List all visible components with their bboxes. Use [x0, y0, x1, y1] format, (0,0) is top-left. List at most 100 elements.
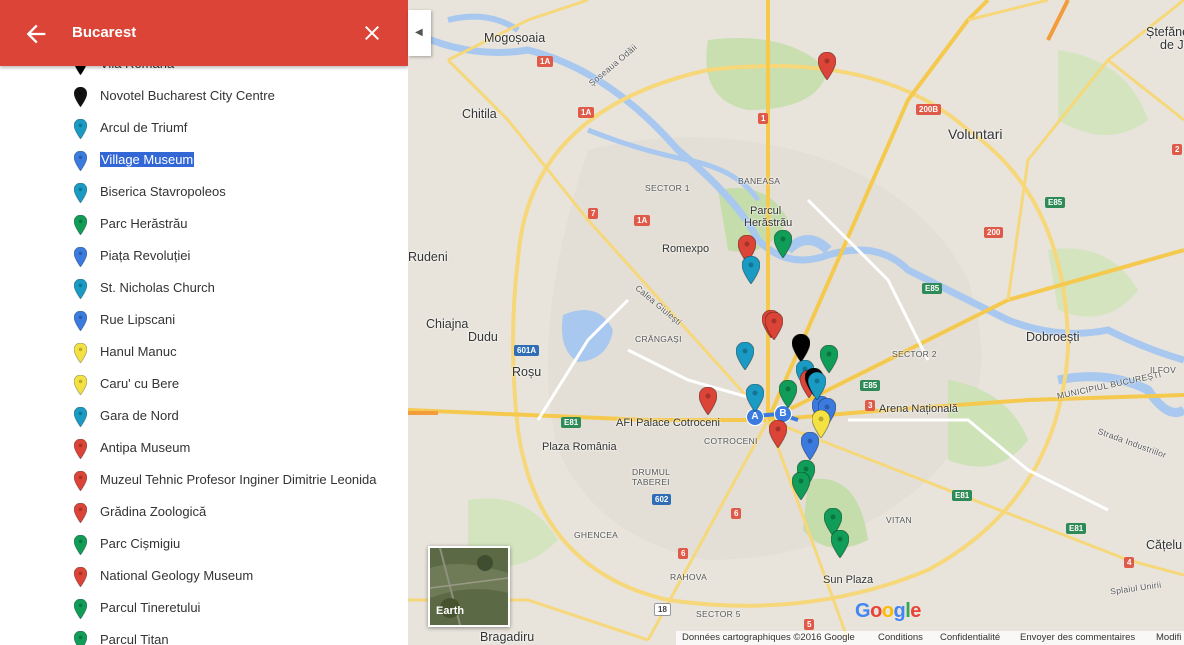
map-marker[interactable] [817, 51, 837, 81]
place-list-item[interactable]: Parcul Titan [0, 624, 400, 645]
arrow-back-icon[interactable] [22, 20, 50, 48]
map-label-vitan: VITAN [886, 515, 912, 525]
place-list-item[interactable]: Caru' cu Bere [0, 368, 400, 400]
map-pin-icon [73, 214, 88, 236]
map-pin-icon [73, 438, 88, 460]
map-label-taberei: TABEREI [632, 477, 670, 487]
map-pin-icon [73, 374, 88, 396]
modify-link[interactable]: Modifi [1156, 632, 1181, 643]
map-pin-icon [73, 566, 88, 588]
map-label-chiajna: Chiajna [426, 317, 469, 331]
map-label-herastrau: Herăstrău [744, 217, 793, 229]
map-label-rudeni: Rudeni [408, 250, 448, 264]
place-list-item[interactable]: Antipa Museum [0, 432, 400, 464]
map-pin-icon [73, 406, 88, 428]
map-marker[interactable] [773, 229, 793, 259]
map-pin-icon [73, 598, 88, 620]
place-name: Village Museum [100, 152, 195, 167]
map-label-stefanesti: Ștefăneștii [1146, 25, 1184, 39]
place-name: Caru' cu Bere [100, 376, 180, 391]
map-marker[interactable] [741, 255, 761, 285]
place-list-item[interactable]: Novotel Bucharest City Centre [0, 80, 400, 112]
place-name: Parcul Tineretului [100, 600, 201, 615]
map-label-sector1: SECTOR 1 [645, 183, 690, 193]
place-name: Novotel Bucharest City Centre [100, 88, 275, 103]
map-marker[interactable] [778, 379, 798, 409]
map-label-romexpo: Romexpo [662, 243, 710, 255]
place-list-item[interactable]: National Geology Museum [0, 560, 400, 592]
places-list: Vila RomanaNovotel Bucharest City Centre… [0, 48, 400, 645]
road-shield: 601A [514, 345, 540, 356]
map-label-cotroceni: COTROCENI [704, 436, 758, 446]
chevron-left-icon: ◀ [415, 27, 423, 38]
map-label-dobroesti: Dobroești [1026, 330, 1080, 344]
map-label-dejos: de Jos [1160, 38, 1184, 52]
privacy-link[interactable]: Confidentialité [940, 632, 1000, 643]
place-list-item[interactable]: Parcul Tineretului [0, 592, 400, 624]
place-name: Arcul de Triumf [100, 120, 188, 135]
map-pin-icon [73, 150, 88, 172]
place-list-item[interactable]: Muzeul Tehnic Profesor Inginer Dimitrie … [0, 464, 400, 496]
place-name: Parc Cișmigiu [100, 536, 181, 551]
place-list-item[interactable]: Hanul Manuc [0, 336, 400, 368]
road-shield: 1 [758, 113, 769, 124]
map-marker[interactable] [830, 529, 850, 559]
map-marker[interactable] [698, 386, 718, 416]
place-list-item[interactable]: Rue Lipscani [0, 304, 400, 336]
road-shield: E85 [860, 380, 881, 391]
place-list-item[interactable]: Village Museum [0, 144, 400, 176]
feedback-link[interactable]: Envoyer des commentaires [1020, 632, 1135, 643]
place-list-item[interactable]: St. Nicholas Church [0, 272, 400, 304]
road-shield: 1A [634, 215, 651, 226]
road-shield: 200 [984, 227, 1004, 238]
map-canvas[interactable]: Mogoșoaia Chitila Ștefăneștii de Jos Vol… [408, 0, 1184, 645]
map-label-mogosoaia: Mogoșoaia [484, 31, 546, 45]
map-pin-icon [73, 534, 88, 556]
road-shield: 4 [1124, 557, 1135, 568]
earth-view-toggle[interactable]: Earth [428, 546, 510, 627]
place-list-item[interactable]: Grădina Zoologică [0, 496, 400, 528]
map-label-bragadiru: Bragadiru [480, 630, 535, 644]
place-list-item[interactable]: Arcul de Triumf [0, 112, 400, 144]
place-list-item[interactable]: Gara de Nord [0, 400, 400, 432]
map-marker[interactable] [807, 371, 827, 401]
road-shield: 602 [652, 494, 672, 505]
earth-label: Earth [436, 605, 465, 617]
place-name: Parc Herăstrău [100, 216, 188, 231]
map-marker[interactable] [768, 419, 788, 449]
road-shield: E81 [1066, 523, 1087, 534]
collapse-panel-button[interactable]: ◀ [408, 10, 431, 56]
map-marker[interactable] [764, 311, 784, 341]
map-label-ilfov: ILFOV [1150, 365, 1177, 375]
place-name: Rue Lipscani [100, 312, 176, 327]
map-marker[interactable] [791, 471, 811, 501]
place-list-item[interactable]: Parc Cișmigiu [0, 528, 400, 560]
road-shield: 6 [731, 508, 742, 519]
place-list-item[interactable]: Parc Herăstrău [0, 208, 400, 240]
place-name: Muzeul Tehnic Profesor Inginer Dimitrie … [100, 472, 377, 487]
close-icon[interactable] [360, 21, 384, 45]
map-data-credit: Données cartographiques ©2016 Google [682, 632, 855, 643]
place-name: Piața Revoluției [100, 248, 191, 263]
map-label-sector5: SECTOR 5 [696, 609, 741, 619]
map-label-rosu: Roșu [512, 365, 542, 379]
place-list-item[interactable]: Piața Revoluției [0, 240, 400, 272]
map-marker[interactable] [800, 431, 820, 461]
place-list-item[interactable]: Biserica Stavropoleos [0, 176, 400, 208]
place-name: Gara de Nord [100, 408, 179, 423]
road-shield: 1A [537, 56, 554, 67]
map-label-drumul: DRUMUL [632, 467, 671, 477]
map-marker[interactable] [735, 341, 755, 371]
google-logo: Google [855, 600, 921, 622]
map-roads [408, 0, 1184, 645]
road-shield: E85 [1045, 197, 1066, 208]
map-label-dudu: Dudu [468, 330, 498, 344]
map-marker[interactable] [745, 383, 765, 413]
map-label-catelu: Cățelu [1146, 538, 1183, 552]
map-marker[interactable] [791, 333, 811, 363]
map-pin-icon [73, 310, 88, 332]
conditions-link[interactable]: Conditions [878, 632, 923, 643]
place-name: Hanul Manuc [100, 344, 177, 359]
map-pin-icon [73, 86, 88, 108]
map-label-rahova: RAHOVA [670, 572, 708, 582]
